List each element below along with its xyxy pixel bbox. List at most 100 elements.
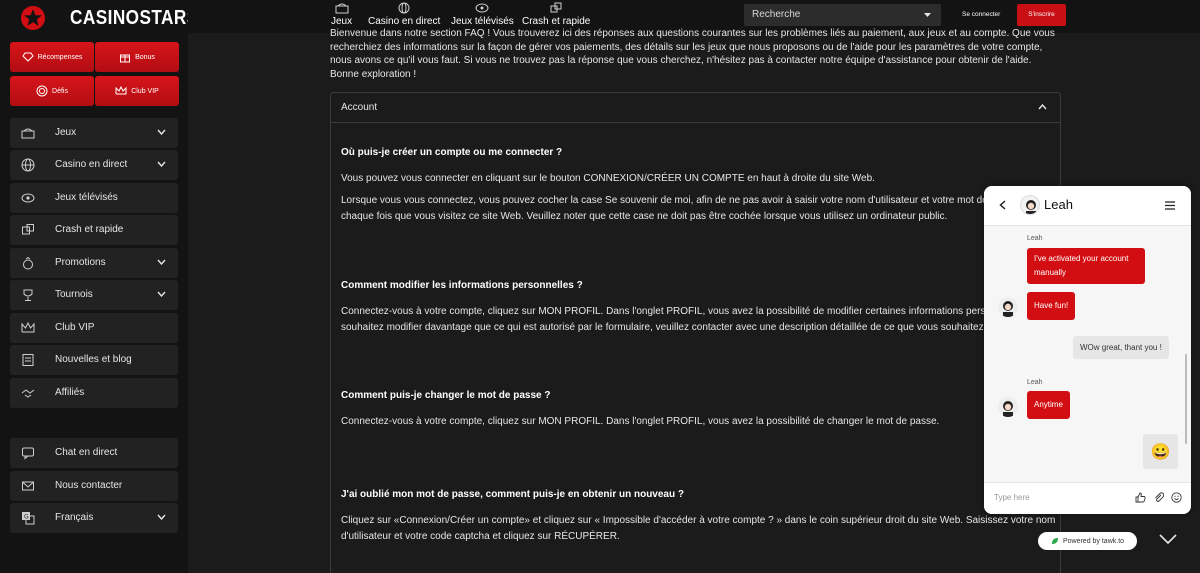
- sidebar-item-tournaments[interactable]: Tournois: [10, 280, 178, 310]
- chat-agent-name: Leah: [1044, 197, 1073, 212]
- agent-message: I've activated your account manually: [1027, 248, 1145, 284]
- agent-message: Have fun!: [1027, 292, 1076, 320]
- chat-header: Leah: [984, 186, 1191, 226]
- faq-accordion: Account Où puis-je créer un compte ou me…: [330, 92, 1061, 573]
- sidebar-item-tv-games[interactable]: Jeux télévisés: [10, 183, 178, 213]
- chat-input-placeholder: Type here: [994, 493, 1030, 502]
- top-nav-games[interactable]: Jeux: [331, 0, 352, 27]
- top-nav-tv-games[interactable]: Jeux télévisés: [451, 0, 514, 27]
- challenges-button[interactable]: Défis: [10, 76, 94, 106]
- sidebar-item-label: Promotions: [55, 257, 106, 268]
- diamond-icon: [21, 52, 34, 62]
- sidebar-item-news[interactable]: Nouvelles et blog: [10, 345, 178, 375]
- message-sender: Leah: [1027, 379, 1043, 386]
- mail-icon: [22, 481, 34, 491]
- signup-button[interactable]: S'inscrire: [1017, 4, 1066, 26]
- rewards-label: Récompenses: [37, 53, 83, 61]
- back-arrow-icon[interactable]: [999, 200, 1006, 210]
- chat-messages: Leah I've activated your account manuall…: [984, 226, 1191, 482]
- slot-machine-icon: [21, 128, 35, 139]
- chevron-down-icon: [157, 291, 166, 297]
- chevron-up-icon: [1038, 104, 1047, 110]
- login-button[interactable]: Se connecter: [962, 11, 1000, 18]
- faq-answer: Vous pouvez vous connecter en cliquant s…: [341, 173, 875, 184]
- language-label: Français: [55, 512, 94, 523]
- top-nav-crash[interactable]: Crash et rapide: [522, 0, 590, 27]
- sidebar: CASINOSTARS Récompenses Bonus Défis Club…: [0, 0, 198, 573]
- money-bag-icon: [23, 256, 33, 270]
- tv-games-icon: [21, 193, 35, 203]
- brand-name: CASINOSTARS: [70, 6, 199, 29]
- top-nav-live-casino[interactable]: Casino en direct: [368, 0, 440, 27]
- translate-icon: G: [22, 512, 35, 525]
- challenges-label: Défis: [52, 87, 68, 95]
- sidebar-item-games[interactable]: Jeux: [10, 118, 178, 148]
- crown-icon: [21, 321, 35, 333]
- bonus-label: Bonus: [135, 53, 155, 61]
- accordion-header[interactable]: Account: [331, 93, 1060, 123]
- gift-icon: [120, 54, 131, 63]
- faq-question: J'ai oublié mon mot de passe, comment pu…: [341, 489, 684, 500]
- sidebar-item-label: Nous contacter: [55, 480, 123, 491]
- user-message: 😀: [1143, 434, 1178, 469]
- sidebar-item-label: Jeux télévisés: [55, 192, 118, 203]
- globe-icon: [21, 158, 35, 172]
- user-message: WOw great, thant you !: [1073, 336, 1169, 359]
- top-nav-label: Jeux télévisés: [451, 16, 514, 27]
- rewards-button[interactable]: Récompenses: [10, 42, 94, 72]
- language-select[interactable]: G Français: [10, 503, 178, 533]
- leaf-icon: [1051, 538, 1058, 544]
- sidebar-item-label: Affiliés: [55, 387, 85, 398]
- top-nav-label: Crash et rapide: [522, 16, 591, 27]
- trophy-icon: [23, 289, 33, 301]
- search-select[interactable]: Recherche: [744, 4, 941, 26]
- sidebar-item-promotions[interactable]: Promotions: [10, 248, 178, 278]
- sidebar-item-label: Tournois: [55, 289, 93, 300]
- faq-answer: Lorsque vous vous connectez, vous pouvez…: [341, 195, 1026, 222]
- chat-widget: Leah Leah I've activated your account ma…: [984, 186, 1191, 514]
- chevron-down-icon: [157, 161, 166, 167]
- scrollbar[interactable]: [1185, 354, 1187, 444]
- menu-icon[interactable]: [1165, 201, 1175, 210]
- star-logo-icon: [21, 6, 45, 30]
- chevron-down-icon: [157, 259, 166, 265]
- crown-icon: [115, 86, 127, 95]
- chat-input[interactable]: Type here: [984, 482, 1191, 514]
- sidebar-item-live-casino[interactable]: Casino en direct: [10, 150, 178, 180]
- faq-answer: Connectez-vous à votre compte, cliquez s…: [341, 306, 1061, 333]
- sidebar-item-label: Casino en direct: [55, 159, 128, 170]
- chat-tools: [1135, 492, 1182, 503]
- sidebar-item-live-chat[interactable]: Chat en direct: [10, 438, 178, 468]
- sidebar-item-affiliates[interactable]: Affiliés: [10, 378, 178, 408]
- emoji-icon[interactable]: [1171, 492, 1182, 503]
- sidebar-item-contact[interactable]: Nous contacter: [10, 471, 178, 501]
- vip-club-label: Club VIP: [131, 87, 159, 95]
- avatar: [1020, 195, 1040, 215]
- sidebar-item-vip-club[interactable]: Club VIP: [10, 313, 178, 343]
- target-icon: [36, 85, 48, 97]
- faq-question: Comment puis-je changer le mot de passe …: [341, 390, 551, 401]
- thumbs-up-icon[interactable]: [1135, 492, 1146, 503]
- slot-machine-icon: [335, 3, 349, 14]
- vip-club-button[interactable]: Club VIP: [95, 76, 179, 106]
- faq-answer: Connectez-vous à votre compte, cliquez s…: [341, 416, 940, 427]
- sidebar-item-crash[interactable]: Crash et rapide: [10, 215, 178, 245]
- handshake-icon: [21, 389, 35, 398]
- top-nav-label: Casino en direct: [368, 16, 441, 27]
- sidebar-item-label: Chat en direct: [55, 447, 118, 458]
- sidebar-item-label: Club VIP: [55, 322, 95, 333]
- bonus-button[interactable]: Bonus: [95, 42, 179, 72]
- sidebar-item-label: Jeux: [55, 127, 77, 138]
- caret-down-icon: [924, 13, 931, 17]
- powered-by-badge[interactable]: Powered by tawk.to: [1038, 532, 1137, 550]
- accordion-title: Account: [341, 102, 378, 113]
- news-icon: [22, 354, 34, 366]
- message-sender: Leah: [1027, 235, 1043, 242]
- powered-by-label: Powered by tawk.to: [1062, 537, 1125, 545]
- attachment-icon[interactable]: [1153, 492, 1164, 503]
- dice-icon: [550, 2, 562, 13]
- sidebar-item-label: Nouvelles et blog: [55, 354, 132, 365]
- globe-icon: [398, 2, 410, 14]
- chevron-down-icon: [157, 514, 166, 520]
- chevron-down-icon[interactable]: [1158, 533, 1178, 545]
